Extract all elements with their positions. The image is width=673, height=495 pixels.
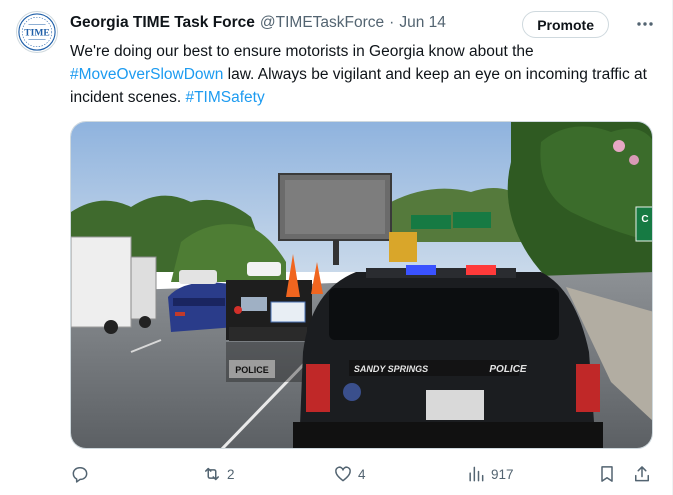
car-police-text: POLICE bbox=[489, 364, 527, 375]
avatar[interactable]: TIME bbox=[16, 11, 58, 53]
tweet-text: We're doing our best to ensure motorists… bbox=[70, 40, 655, 109]
share-icon bbox=[635, 466, 649, 482]
retweet-icon bbox=[205, 467, 219, 481]
text-part-1: We're doing our best to ensure motorists… bbox=[70, 43, 534, 60]
like-count: 4 bbox=[358, 466, 366, 482]
share-button[interactable] bbox=[632, 462, 652, 486]
hashtag-tim-safety[interactable]: #TIMSafety bbox=[185, 89, 264, 106]
avatar-logo: TIME bbox=[18, 13, 56, 51]
highway-sign-text: C bbox=[641, 214, 648, 225]
separator-dot: · bbox=[389, 14, 395, 31]
bookmark-button[interactable] bbox=[597, 462, 617, 486]
tweet-image[interactable]: C POLICE SANDY SPRINGS POLICE bbox=[70, 121, 653, 449]
tweet-card[interactable]: TIME Georgia TIME Task Force @TIMETaskFo… bbox=[0, 0, 673, 495]
reply-icon bbox=[72, 467, 88, 483]
highway-incident-photo: C POLICE SANDY SPRINGS POLICE bbox=[71, 122, 652, 448]
views-icon bbox=[469, 466, 484, 482]
retweet-button[interactable]: 2 bbox=[202, 462, 235, 486]
avatar-text: TIME bbox=[24, 28, 49, 38]
retweet-count: 2 bbox=[227, 466, 235, 482]
views-button[interactable]: 917 bbox=[466, 462, 514, 486]
more-icon[interactable] bbox=[634, 14, 656, 34]
promote-button[interactable]: Promote bbox=[522, 11, 609, 38]
user-handle[interactable]: @TIMETaskForce bbox=[260, 14, 384, 32]
like-button[interactable]: 4 bbox=[333, 462, 366, 486]
hashtag-move-over[interactable]: #MoveOverSlowDown bbox=[70, 66, 223, 83]
display-name[interactable]: Georgia TIME Task Force bbox=[70, 14, 255, 32]
like-icon bbox=[335, 466, 351, 482]
car-brand-text: SANDY SPRINGS bbox=[354, 364, 428, 374]
tweet-header: Georgia TIME Task Force @TIMETaskForce ·… bbox=[70, 11, 656, 38]
bookmark-icon bbox=[601, 466, 613, 482]
action-bar: 2 4 917 bbox=[70, 462, 655, 486]
views-count: 917 bbox=[491, 466, 514, 482]
reply-button[interactable] bbox=[70, 462, 95, 486]
tweet-date[interactable]: Jun 14 bbox=[399, 14, 446, 32]
